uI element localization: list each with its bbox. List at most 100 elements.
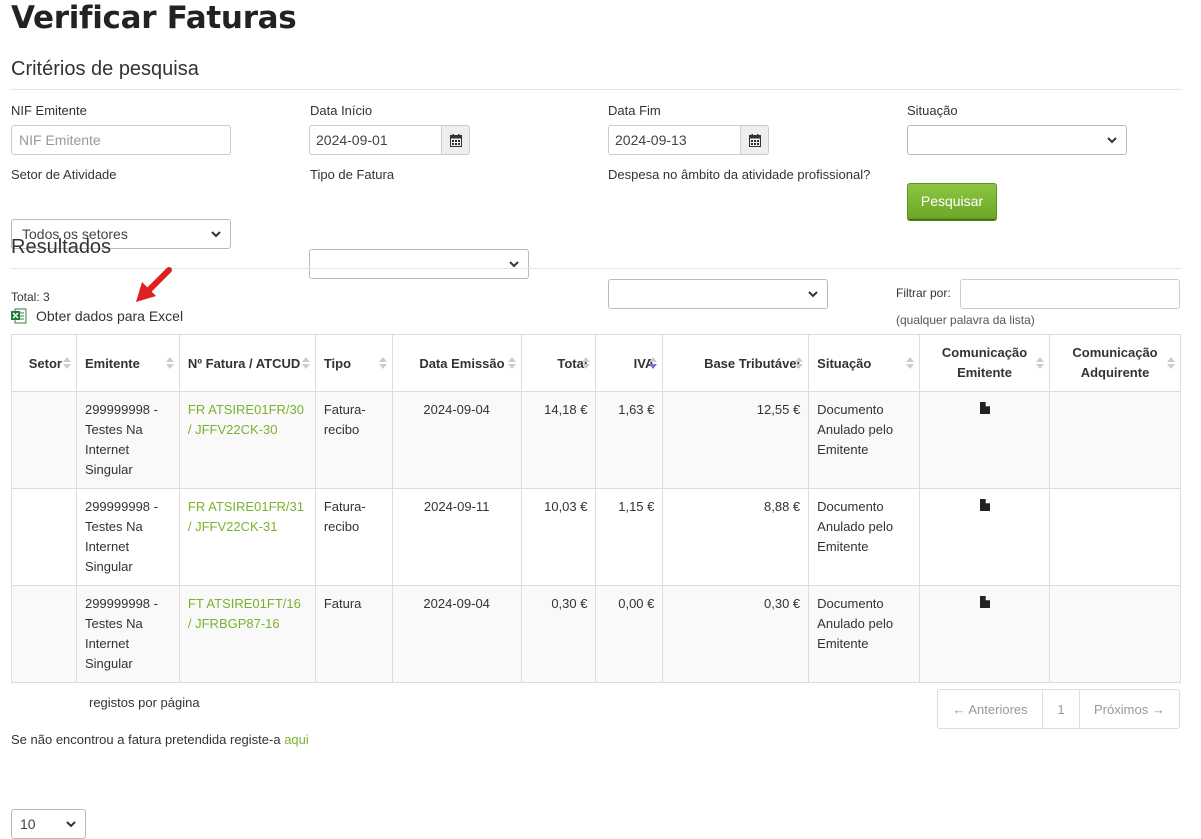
fatura-link[interactable]: FR ATSIRE01FR/31 / JFFV22CK-31: [188, 499, 304, 534]
divider: [11, 268, 1181, 269]
data-fim-input[interactable]: 2024-09-13: [608, 125, 741, 155]
col-header-data[interactable]: Data Emissão: [391, 334, 522, 392]
table-row: 299999998 - Testes Na Internet Singular …: [11, 488, 1181, 586]
filter-label: Filtrar por:: [896, 286, 951, 300]
cell-base: 8,88 €: [662, 488, 810, 586]
results-table: Setor Emitente Nº Fatura / ATCUD Tipo Da…: [11, 334, 1181, 683]
sort-icon[interactable]: [165, 355, 174, 371]
cell-base: 12,55 €: [662, 391, 810, 489]
sort-icon[interactable]: [1167, 355, 1175, 371]
criteria-heading: Critérios de pesquisa: [11, 58, 199, 80]
cell-total: 14,18 €: [520, 391, 597, 489]
footer-note: Se não encontrou a fatura pretendida reg…: [11, 732, 309, 747]
cell-situacao: Documento Anulado pelo Emitente: [808, 391, 921, 489]
document-icon[interactable]: [979, 596, 990, 608]
fatura-link[interactable]: FT ATSIRE01FT/16 / JFRBGP87-16: [188, 596, 301, 631]
cell-com-emitente: [919, 585, 1050, 683]
cell-data: 2024-09-04: [391, 391, 522, 489]
cell-setor: [11, 391, 77, 489]
table-row: 299999998 - Testes Na Internet Singular …: [11, 585, 1181, 683]
sort-icon[interactable]: [62, 355, 71, 371]
chevron-down-icon: [1107, 137, 1117, 144]
chevron-down-icon: [808, 291, 818, 298]
sort-icon[interactable]: [378, 355, 387, 371]
cell-tipo: Fatura-recibo: [314, 391, 393, 489]
pager-page-1[interactable]: 1: [1043, 690, 1080, 728]
fatura-link[interactable]: FR ATSIRE01FR/30 / JFFV22CK-30: [188, 402, 304, 437]
col-header-total[interactable]: Total: [520, 334, 597, 392]
results-heading: Resultados: [11, 236, 112, 258]
search-button[interactable]: Pesquisar: [907, 183, 997, 219]
sort-icon[interactable]: [301, 355, 310, 371]
tipo-select[interactable]: [309, 249, 529, 279]
sort-icon[interactable]: [906, 355, 915, 371]
footer-text: Se não encontrou a fatura pretendida reg…: [11, 732, 285, 747]
cell-setor: [11, 585, 77, 683]
cell-fatura: FT ATSIRE01FT/16 / JFRBGP87-16: [178, 585, 316, 683]
page-size-label: registos por página: [89, 695, 200, 710]
cell-tipo: Fatura-recibo: [314, 488, 393, 586]
cell-fatura: FR ATSIRE01FR/30 / JFFV22CK-30: [178, 391, 316, 489]
cell-com-adquirente: [1049, 391, 1181, 489]
cell-com-emitente: [919, 391, 1050, 489]
col-header-emitente[interactable]: Emitente: [75, 334, 180, 392]
cell-situacao: Documento Anulado pelo Emitente: [808, 585, 921, 683]
sort-icon[interactable]: [649, 355, 658, 371]
cell-iva: 1,63 €: [595, 391, 664, 489]
nif-input[interactable]: NIF Emitente: [11, 125, 231, 155]
despesa-label: Despesa no âmbito da atividade profissio…: [608, 167, 871, 182]
col-header-com-adquirente[interactable]: Comunicação Adquirente: [1049, 334, 1181, 392]
setor-label: Setor de Atividade: [11, 167, 117, 182]
nif-label: NIF Emitente: [11, 103, 87, 118]
cell-com-emitente: [919, 488, 1050, 586]
total-count: Total: 3: [11, 290, 50, 304]
sort-icon[interactable]: [1036, 355, 1044, 371]
cell-iva: 0,00 €: [595, 585, 664, 683]
cell-emitente: 299999998 - Testes Na Internet Singular: [75, 391, 180, 489]
sort-icon[interactable]: [507, 355, 516, 371]
page-size-select[interactable]: 10: [11, 809, 86, 839]
filter-input[interactable]: [960, 279, 1180, 309]
data-inicio-input[interactable]: 2024-09-01: [309, 125, 442, 155]
excel-export-link[interactable]: Obter dados para Excel: [11, 308, 183, 324]
cell-total: 10,03 €: [520, 488, 597, 586]
document-icon[interactable]: [979, 402, 990, 414]
col-header-base[interactable]: Base Tributável: [662, 334, 810, 392]
excel-link-label[interactable]: Obter dados para Excel: [36, 308, 183, 324]
table-header-row: Setor Emitente Nº Fatura / ATCUD Tipo Da…: [11, 334, 1181, 392]
data-fim-field[interactable]: 2024-09-13: [608, 125, 769, 155]
cell-setor: [11, 488, 77, 586]
sort-icon[interactable]: [795, 355, 804, 371]
despesa-select[interactable]: [608, 279, 828, 309]
cell-situacao: Documento Anulado pelo Emitente: [808, 488, 921, 586]
chevron-down-icon: [211, 231, 221, 238]
col-header-tipo[interactable]: Tipo: [314, 334, 393, 392]
pager-prev-button[interactable]: ← Anteriores: [938, 690, 1044, 728]
data-fim-label: Data Fim: [608, 103, 661, 118]
filter-hint: (qualquer palavra da lista): [896, 313, 1035, 327]
data-inicio-field[interactable]: 2024-09-01: [309, 125, 470, 155]
col-header-fatura[interactable]: Nº Fatura / ATCUD: [178, 334, 316, 392]
tipo-label: Tipo de Fatura: [310, 167, 395, 182]
col-header-com-emitente[interactable]: Comunicação Emitente: [919, 334, 1050, 392]
divider: [11, 89, 1181, 90]
pager-next-button[interactable]: Próximos →: [1080, 690, 1179, 728]
page-size-value: 10: [20, 816, 36, 832]
calendar-icon[interactable]: [741, 125, 769, 155]
col-header-iva[interactable]: IVA: [595, 334, 664, 392]
page-title: Verificar Faturas: [11, 0, 297, 36]
cell-iva: 1,15 €: [595, 488, 664, 586]
calendar-icon[interactable]: [442, 125, 470, 155]
cell-com-adquirente: [1049, 488, 1181, 586]
document-icon[interactable]: [979, 499, 990, 511]
cell-tipo: Fatura: [314, 585, 393, 683]
cell-base: 0,30 €: [662, 585, 810, 683]
col-header-setor[interactable]: Setor: [11, 334, 77, 392]
col-header-situacao[interactable]: Situação: [808, 334, 921, 392]
cell-emitente: 299999998 - Testes Na Internet Singular: [75, 585, 180, 683]
register-link[interactable]: aqui: [284, 732, 309, 747]
chevron-down-icon: [66, 821, 76, 828]
situacao-select[interactable]: [907, 125, 1127, 155]
cell-data: 2024-09-04: [391, 585, 522, 683]
sort-icon[interactable]: [582, 355, 591, 371]
